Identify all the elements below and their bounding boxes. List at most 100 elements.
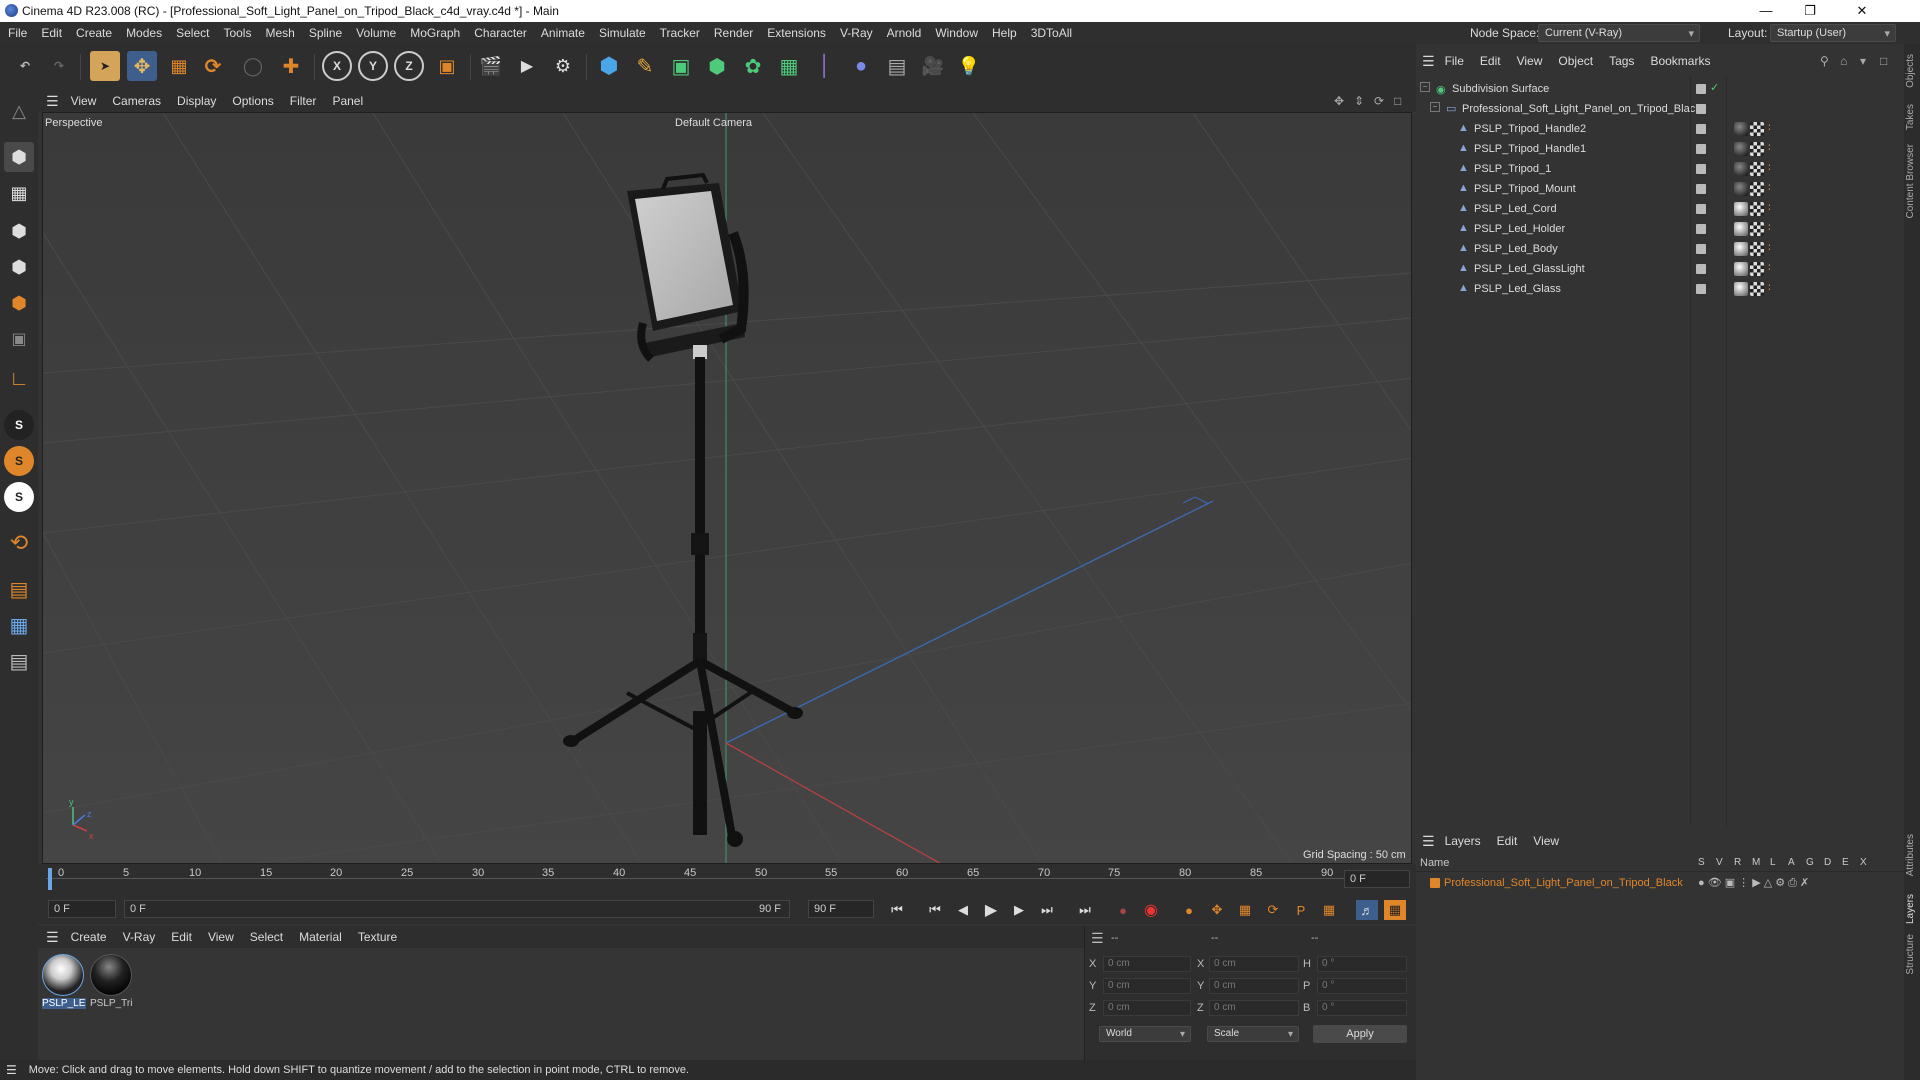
object-row[interactable]: − ◉ Subdivision Surface ✓ (1416, 80, 1904, 100)
material-tag-icon[interactable] (1734, 142, 1748, 156)
go-to-start-icon[interactable]: ⏮ (886, 900, 908, 920)
key-rotation-icon[interactable]: ⟳ (1262, 900, 1284, 920)
viewport-rotate-icon[interactable]: ⟳ (1374, 94, 1384, 108)
menu-edit[interactable]: Edit (34, 26, 69, 40)
material-tag-icon[interactable] (1734, 182, 1748, 196)
uvw-tag-icon[interactable] (1750, 122, 1764, 136)
axis-mode-icon[interactable]: ∟ (4, 364, 34, 394)
key-parameter-icon[interactable]: P (1290, 900, 1312, 920)
viewport-menu-display[interactable]: Display (177, 94, 216, 108)
menu-modes[interactable]: Modes (119, 26, 169, 40)
scale-y-field[interactable]: 0 cm (1209, 978, 1299, 994)
viewport-menu-cameras[interactable]: Cameras (112, 94, 161, 108)
menu-volume[interactable]: Volume (349, 26, 403, 40)
rotate-tool-icon[interactable]: ⟳ (198, 51, 228, 81)
rotation-b-field[interactable]: 0 ° (1317, 1000, 1407, 1016)
layer-swatch[interactable] (1696, 104, 1706, 114)
tab-structure[interactable]: Structure (1905, 934, 1916, 975)
vray-tag-icon[interactable]: ∶ (1768, 241, 1771, 254)
layer-flags-icons[interactable]: ● 👁 ▣ ⋮ ▶ △ ⚙ ⎙ ✗ (1698, 876, 1809, 890)
menu-mograph[interactable]: MoGraph (403, 26, 467, 40)
start-frame-field[interactable]: 0 F (48, 900, 116, 918)
x-axis-lock-icon[interactable]: X (322, 51, 352, 81)
select-cursor-icon[interactable]: ➤ (90, 51, 120, 81)
material-tag-icon[interactable] (1734, 162, 1748, 176)
3d-viewport[interactable]: y x z Perspective Default Camera Grid Sp… (42, 112, 1412, 864)
menu-tools[interactable]: Tools (216, 26, 258, 40)
objects-menu-view[interactable]: View (1517, 54, 1543, 68)
viewport-zoom-icon[interactable]: ⇕ (1354, 94, 1364, 108)
layer-swatch[interactable] (1696, 224, 1706, 234)
menu-extensions[interactable]: Extensions (760, 26, 833, 40)
locked-workplane-icon[interactable]: ▤ (4, 646, 34, 676)
snap-settings-icon[interactable]: S (4, 446, 34, 476)
menu-simulate[interactable]: Simulate (592, 26, 653, 40)
status-menu-icon[interactable]: ☰ (6, 1063, 17, 1077)
menu-3dtoall[interactable]: 3DToAll (1024, 26, 1079, 40)
extrude-generator-icon[interactable]: ⬢ (702, 51, 732, 81)
coords-hamburger-icon[interactable]: ☰ (1091, 930, 1104, 947)
keyframe-selection-icon[interactable]: ● (1178, 900, 1200, 920)
layer-swatch[interactable] (1696, 284, 1706, 294)
record-keyframes-icon[interactable]: ● (1112, 900, 1134, 920)
rotation-h-field[interactable]: 0 ° (1317, 956, 1407, 972)
object-row[interactable]: − ▭ Professional_Soft_Light_Panel_on_Tri… (1416, 100, 1904, 120)
tab-content-browser[interactable]: Content Browser (1905, 144, 1916, 218)
subdivision-generator-icon[interactable]: ▣ (666, 51, 696, 81)
cube-object-icon[interactable]: ⬢ (594, 51, 624, 81)
menu-select[interactable]: Select (169, 26, 216, 40)
layer-swatch[interactable] (1696, 144, 1706, 154)
material-tag-icon[interactable] (1734, 282, 1748, 296)
vray-tag-icon[interactable]: ∶ (1768, 121, 1771, 134)
viewport-hamburger-icon[interactable]: ☰ (46, 93, 59, 110)
object-row[interactable]: ▲ PSLP_Led_Cord ∶ (1416, 200, 1904, 220)
material-menu-view[interactable]: View (208, 930, 234, 944)
viewport-menu-panel[interactable]: Panel (332, 94, 363, 108)
floor-scene-icon[interactable]: ▤ (882, 51, 912, 81)
z-axis-lock-icon[interactable]: Z (394, 51, 424, 81)
scale-z-field[interactable]: 0 cm (1209, 1000, 1299, 1016)
tab-layers[interactable]: Layers (1905, 894, 1916, 924)
layer-swatch[interactable] (1696, 124, 1706, 134)
objects-menu-file[interactable]: File (1445, 54, 1464, 68)
objects-menu-object[interactable]: Object (1558, 54, 1593, 68)
soft-selection-magnet-icon[interactable]: ⟲ (4, 528, 34, 558)
objects-hamburger-icon[interactable]: ☰ (1422, 53, 1435, 70)
vray-tag-icon[interactable]: ∶ (1768, 221, 1771, 234)
layer-swatch[interactable] (1696, 184, 1706, 194)
autokey-icon[interactable]: ◉ (1140, 900, 1162, 920)
menu-spline[interactable]: Spline (302, 26, 349, 40)
restore-icon[interactable]: ❐ (1788, 0, 1832, 22)
menu-tracker[interactable]: Tracker (653, 26, 707, 40)
grid-workplane-icon[interactable]: ▦ (4, 610, 34, 640)
vray-tag-icon[interactable]: ∶ (1768, 141, 1771, 154)
material-swatch[interactable]: PSLP_LE (42, 954, 86, 1012)
tab-attributes[interactable]: Attributes (1905, 834, 1916, 876)
edges-mode-icon[interactable]: ⬢ (4, 252, 34, 282)
menu-vray[interactable]: V-Ray (833, 26, 880, 40)
object-row[interactable]: ▲ PSLP_Led_Holder ∶ (1416, 220, 1904, 240)
next-frame-icon[interactable]: ▶ (1008, 900, 1030, 920)
render-view-icon[interactable]: 🎬 (476, 51, 506, 81)
menu-render[interactable]: Render (707, 26, 760, 40)
layer-row[interactable]: Professional_Soft_Light_Panel_on_Tripod_… (1416, 874, 1904, 892)
light-icon[interactable]: 💡 (954, 51, 984, 81)
minimize-icon[interactable]: — (1744, 0, 1788, 22)
vray-tag-icon[interactable]: ∶ (1768, 281, 1771, 294)
new-window-icon[interactable]: □ (1880, 54, 1887, 68)
uvw-tag-icon[interactable] (1750, 202, 1764, 216)
vray-tag-icon[interactable]: ∶ (1768, 201, 1771, 214)
layers-hamburger-icon[interactable]: ☰ (1422, 833, 1435, 850)
workplane-icon[interactable]: ▤ (4, 574, 34, 604)
viewport-menu-filter[interactable]: Filter (290, 94, 317, 108)
object-row[interactable]: ▲ PSLP_Led_Glass ∶ (1416, 280, 1904, 300)
live-select-icon[interactable]: ◯ (238, 51, 268, 81)
texture-mode-icon[interactable]: ▦ (4, 178, 34, 208)
tab-objects[interactable]: Objects (1905, 54, 1916, 88)
motion-record-icon[interactable]: ♬ (1356, 900, 1378, 920)
next-key-icon[interactable]: ⏭ (1036, 900, 1058, 920)
polygons-mode-icon[interactable]: ⬢ (4, 288, 34, 318)
layer-swatch[interactable] (1696, 244, 1706, 254)
object-row[interactable]: ▲ PSLP_Tripod_1 ∶ (1416, 160, 1904, 180)
spline-pen-icon[interactable]: ✎ (630, 51, 660, 81)
